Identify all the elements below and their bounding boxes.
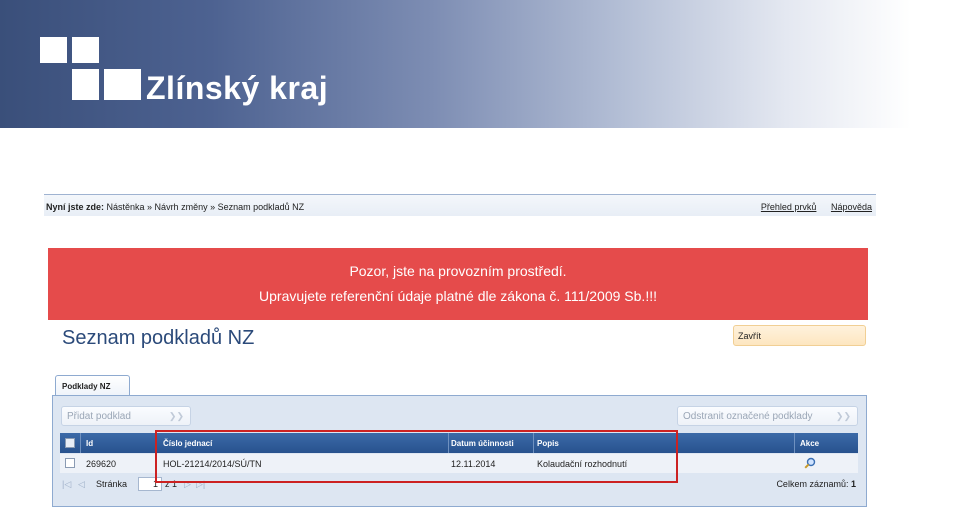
column-akce[interactable]: Akce: [800, 439, 819, 448]
warning-banner: Pozor, jste na provozním prostředí. Upra…: [48, 248, 868, 320]
tab-podklady-nz[interactable]: Podklady NZ: [55, 375, 130, 396]
breadcrumb-bar: Nyní jste zde: Nástěnka » Návrh změny » …: [44, 194, 876, 216]
select-all-checkbox[interactable]: [65, 438, 75, 448]
header-links: Přehled prvků Nápověda: [749, 202, 872, 212]
warning-line-2: Upravujete referenční údaje platné dle z…: [259, 288, 657, 304]
chevron-right-icon: ❯❯: [168, 411, 184, 421]
magnifier-icon[interactable]: [804, 457, 816, 469]
help-link[interactable]: Nápověda: [831, 202, 872, 212]
chevron-right-icon: ❯❯: [835, 411, 851, 421]
column-id[interactable]: Id: [86, 439, 93, 448]
header-banner: Zlínský kraj: [0, 0, 959, 128]
total-records-label: Celkem záznamů:: [776, 479, 849, 489]
first-page-icon[interactable]: |◁: [62, 479, 71, 490]
close-button[interactable]: Zavřít: [733, 325, 866, 346]
highlight-box: [155, 430, 678, 483]
prev-page-icon[interactable]: ◁: [78, 479, 85, 490]
breadcrumb-prefix: Nyní jste zde:: [46, 202, 105, 212]
overview-link[interactable]: Přehled prvků: [761, 202, 817, 212]
breadcrumb: Nyní jste zde: Nástěnka » Návrh změny » …: [46, 202, 304, 212]
page-title: Seznam podkladů NZ: [62, 327, 255, 349]
total-records: Celkem záznamů: 1: [776, 479, 856, 489]
remove-selected-label: Odstranit označené podklady: [683, 411, 813, 422]
row-checkbox[interactable]: [65, 458, 75, 468]
page-label: Stránka: [96, 479, 128, 489]
add-document-button[interactable]: Přidat podklad ❯❯: [61, 406, 191, 426]
add-document-label: Přidat podklad: [67, 411, 131, 422]
breadcrumb-path[interactable]: Nástěnka » Návrh změny » Seznam podkladů…: [107, 202, 305, 212]
total-records-value: 1: [850, 479, 856, 489]
page: Zlínský kraj Nyní jste zde: Nástěnka » N…: [0, 0, 959, 512]
warning-line-1: Pozor, jste na provozním prostředí.: [349, 263, 567, 279]
remove-selected-button[interactable]: Odstranit označené podklady ❯❯: [677, 406, 858, 426]
cell-id: 269620: [86, 459, 117, 469]
logo-text: Zlínský kraj: [146, 70, 329, 106]
logo-mark-icon: [0, 0, 141, 128]
